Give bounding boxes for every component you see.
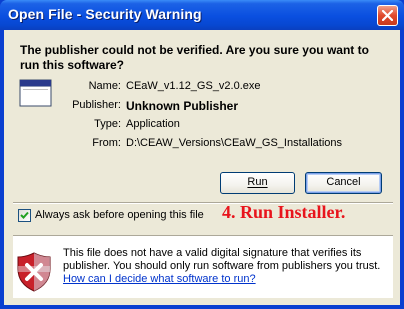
signature-warning-text: This file does not have a valid digital … (63, 247, 385, 286)
run-button-label: Run (247, 176, 268, 188)
always-ask-checkbox[interactable] (18, 209, 31, 222)
name-label: Name: (88, 80, 121, 92)
security-warning-window: Open File - Security Warning The publish… (0, 0, 404, 309)
signature-warning-message: This file does not have a valid digital … (63, 247, 381, 272)
close-button[interactable] (377, 5, 398, 26)
type-label: Type: (94, 118, 121, 130)
cancel-button[interactable]: Cancel (305, 172, 382, 194)
always-ask-label[interactable]: Always ask before opening this file (35, 209, 204, 221)
title-bar[interactable]: Open File - Security Warning (0, 0, 404, 30)
name-value: CEaW_v1.12_GS_v2.0.exe (126, 80, 261, 92)
close-icon (382, 10, 393, 21)
shield-warning-icon (17, 252, 51, 292)
run-installer-annotation: 4. Run Installer. (222, 202, 346, 222)
detail-row-publisher: Publisher: Unknown Publisher (4, 99, 400, 113)
warning-headline: The publisher could not be verified. Are… (20, 43, 369, 72)
dialog-body: The publisher could not be verified. Are… (4, 30, 400, 305)
type-value: Application (126, 118, 180, 130)
cancel-button-label: Cancel (326, 176, 361, 188)
detail-row-name: Name: CEaW_v1.12_GS_v2.0.exe (4, 80, 400, 94)
signature-warning-panel: This file does not have a valid digital … (13, 235, 393, 298)
checkmark-icon (20, 211, 29, 219)
run-button[interactable]: Run (220, 172, 295, 194)
detail-row-from: From: D:\CEAW_Versions\CEaW_GS_Installat… (4, 137, 400, 151)
detail-row-type: Type: Application (4, 118, 400, 132)
from-label: From: (92, 137, 121, 149)
help-decide-link[interactable]: How can I decide what software to run? (63, 273, 385, 286)
window-title: Open File - Security Warning (8, 6, 202, 22)
publisher-value: Unknown Publisher (126, 99, 239, 113)
publisher-label: Publisher: (72, 99, 121, 111)
from-value: D:\CEAW_Versions\CEaW_GS_Installations (126, 137, 343, 149)
